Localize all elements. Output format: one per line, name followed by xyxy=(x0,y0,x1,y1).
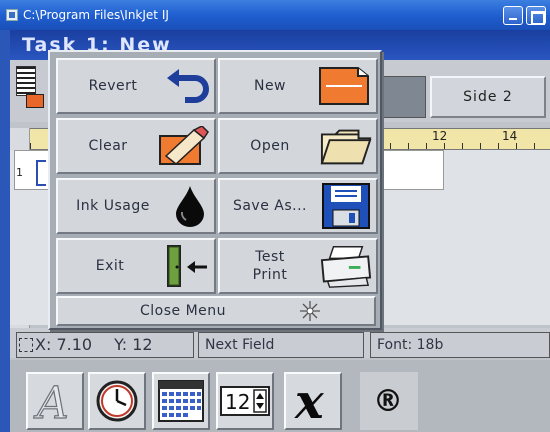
new-button[interactable]: New xyxy=(218,58,378,114)
font-a-icon: A xyxy=(33,378,69,424)
counter-icon: 12 xyxy=(220,386,270,416)
app-icon xyxy=(6,9,18,21)
calendar-button[interactable] xyxy=(152,372,210,430)
font-indicator[interactable]: Font: 18b xyxy=(370,332,550,358)
test-print-button[interactable]: Test Print xyxy=(218,238,378,294)
svg-text:®: ® xyxy=(373,384,403,419)
registered-mark-button[interactable]: ® xyxy=(360,372,418,430)
maximize-button[interactable] xyxy=(526,6,546,25)
save-as-label: Save As... xyxy=(232,198,308,214)
special-character-icon: x xyxy=(294,376,325,426)
next-field-button[interactable]: Next Field xyxy=(198,332,364,358)
window-title: C:\Program Files\InkJet IJ xyxy=(23,8,169,22)
crosshair-icon xyxy=(19,338,33,352)
printer-icon xyxy=(320,246,372,288)
main-menu-popup: Revert New Clear Open Ink Usage Save As.… xyxy=(48,50,382,330)
text-cursor xyxy=(36,160,46,186)
close-menu-label: Close Menu xyxy=(139,303,227,319)
line-number: 1 xyxy=(16,166,23,179)
ink-usage-label: Ink Usage xyxy=(76,198,150,214)
floppy-disk-icon xyxy=(320,183,372,229)
calendar-icon xyxy=(158,380,204,422)
cursor-position: X: 7.10 Y: 12 xyxy=(16,332,194,358)
open-label: Open xyxy=(250,138,290,154)
y-position: Y: 12 xyxy=(114,335,153,354)
save-as-button[interactable]: Save As... xyxy=(218,178,378,234)
side-2-button[interactable]: Side 2 xyxy=(430,76,546,118)
minimize-button[interactable] xyxy=(503,6,523,25)
eraser-icon xyxy=(158,126,210,166)
counter-button[interactable]: 12 xyxy=(216,372,274,430)
close-menu-button[interactable]: Close Menu xyxy=(56,296,376,326)
revert-label: Revert xyxy=(88,78,138,94)
clear-button[interactable]: Clear xyxy=(56,118,216,174)
svg-text:12: 12 xyxy=(225,390,250,414)
ink-drop-icon xyxy=(164,186,216,227)
window-controls xyxy=(503,6,546,25)
toolbar-strip xyxy=(382,76,426,118)
clear-label: Clear xyxy=(88,138,128,154)
ink-usage-button[interactable]: Ink Usage xyxy=(56,178,216,234)
registered-icon: ® xyxy=(373,384,403,419)
exit-door-icon xyxy=(160,245,212,287)
clock-button[interactable] xyxy=(88,372,146,430)
open-button[interactable]: Open xyxy=(218,118,378,174)
ruler-label-12: 12 xyxy=(432,129,448,143)
test-print-label: Test Print xyxy=(252,249,288,283)
sparkle-icon xyxy=(300,301,320,321)
app-screen: C:\Program Files\InkJet IJ Task 1: New S… xyxy=(0,0,550,432)
svg-text:A: A xyxy=(33,378,69,424)
clock-icon xyxy=(96,380,138,422)
exit-button[interactable]: Exit xyxy=(56,238,216,294)
new-document-icon xyxy=(318,66,370,106)
new-label: New xyxy=(253,78,287,94)
undo-arrow-icon xyxy=(160,66,212,106)
window-titlebar[interactable]: C:\Program Files\InkJet IJ xyxy=(0,0,550,30)
x-position: X: 7.10 xyxy=(35,335,93,354)
document-badge-icon xyxy=(26,94,44,108)
svg-text:x: x xyxy=(294,376,325,426)
special-character-button[interactable]: x xyxy=(284,372,342,430)
font-a-button[interactable]: A xyxy=(26,372,84,430)
ruler-label-14: 14 xyxy=(502,129,518,143)
exit-label: Exit xyxy=(95,258,125,274)
left-frame xyxy=(0,30,10,432)
revert-button[interactable]: Revert xyxy=(56,58,216,114)
document-lines-icon xyxy=(16,66,36,96)
document-icon[interactable] xyxy=(16,66,44,112)
folder-icon xyxy=(320,126,372,166)
